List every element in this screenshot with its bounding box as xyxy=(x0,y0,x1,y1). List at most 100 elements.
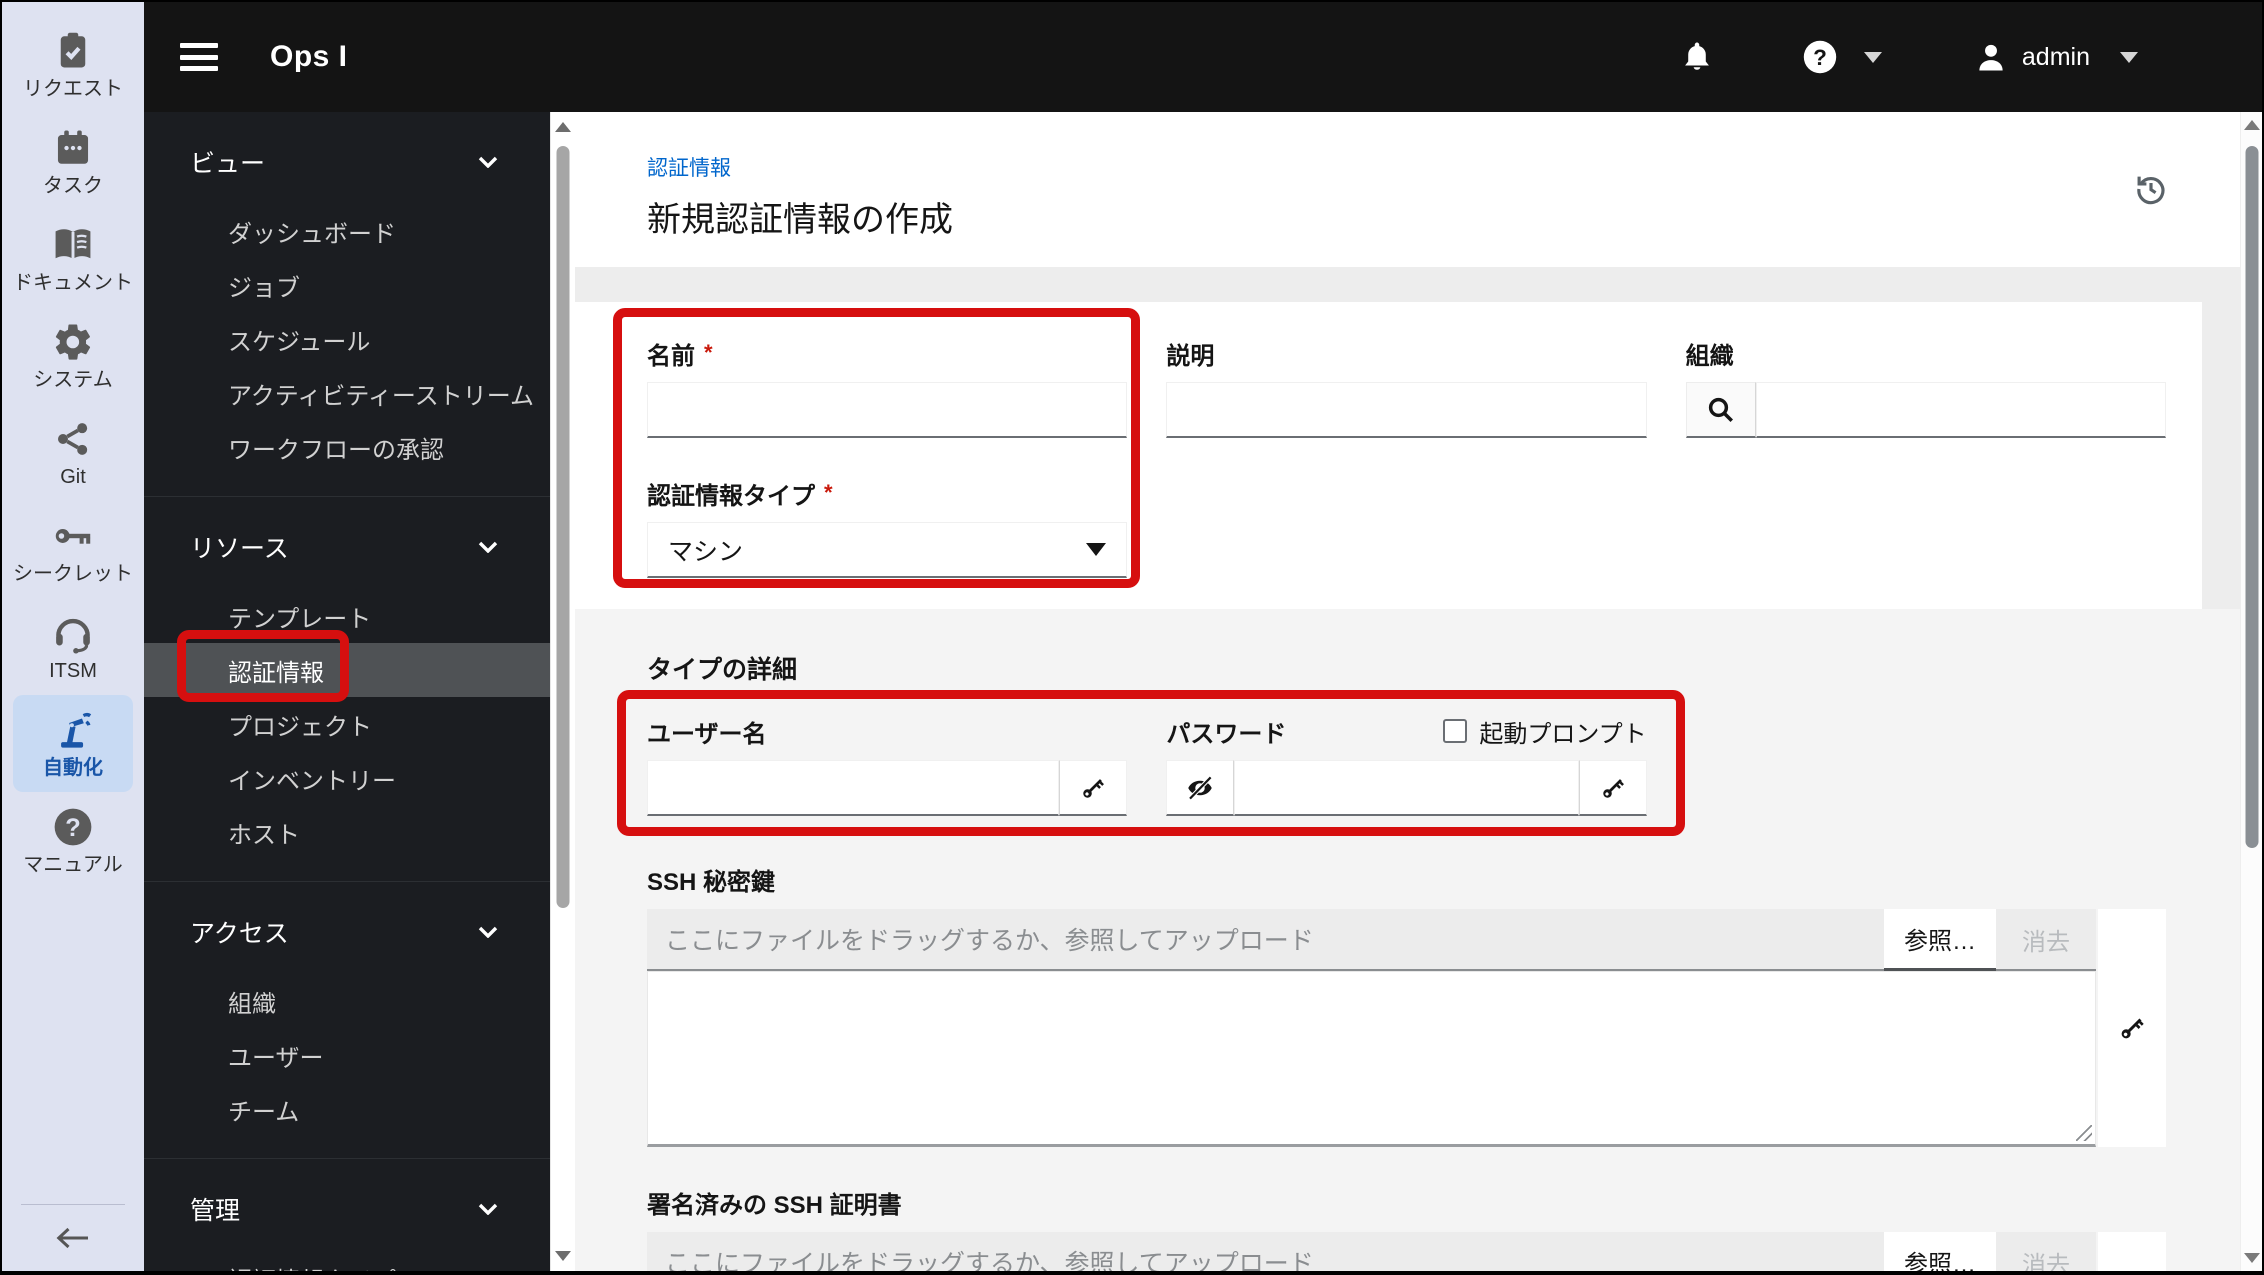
share-network-icon xyxy=(53,417,93,461)
prompt-on-launch-group[interactable]: 起動プロンプト xyxy=(1443,714,1647,749)
nav-item-jobs[interactable]: ジョブ xyxy=(144,258,550,312)
description-label: 説明 xyxy=(1166,342,1215,370)
nav-group-label: リソース xyxy=(190,535,289,563)
cert-upload-bar[interactable]: ここにファイルをドラッグするか、参照してアップロード 参照… 消去 xyxy=(647,1232,2096,1271)
scroll-down-arrow[interactable] xyxy=(2241,1253,2262,1263)
nav-item-hosts[interactable]: ホスト xyxy=(144,805,550,859)
history-icon[interactable] xyxy=(2132,170,2170,208)
chevron-down-icon xyxy=(2120,51,2138,63)
type-details-section: タイプの詳細 ユーザー名 パスワード 起動プロンプト SSH 秘密鍵 ここにファ… xyxy=(575,609,2240,1271)
rail-item-label: Git xyxy=(60,466,86,488)
rail-item-label: リクエスト xyxy=(23,78,123,100)
nav-item-workflow-approvals[interactable]: ワークフローの承認 xyxy=(144,420,550,474)
username-label: admin xyxy=(2021,42,2090,71)
search-icon xyxy=(1706,395,1736,425)
rail-item-git[interactable]: Git xyxy=(13,404,133,501)
nav-group-resources[interactable]: リソース xyxy=(144,527,550,567)
rail-item-manual[interactable]: ? マニュアル xyxy=(13,792,133,889)
password-credential-lookup-button[interactable] xyxy=(1578,760,1647,816)
scroll-down-arrow[interactable] xyxy=(551,1251,575,1261)
nav-group-label: ビュー xyxy=(190,150,266,178)
cert-credential-lookup-button[interactable] xyxy=(2098,1232,2166,1271)
nav-scrollbar[interactable] xyxy=(550,112,575,1271)
chevron-down-icon xyxy=(478,1203,498,1215)
password-field-group: パスワード 起動プロンプト xyxy=(1166,714,1647,816)
rail-item-label: タスク xyxy=(43,175,103,197)
caret-down-icon xyxy=(1086,543,1107,556)
ssh-private-key-field: ここにファイルをドラッグするか、参照してアップロード 参照… 消去 xyxy=(647,909,2166,1147)
required-asterisk: * xyxy=(704,340,713,365)
hamburger-menu-button[interactable] xyxy=(180,43,218,71)
ssh-key-textarea[interactable] xyxy=(647,971,2096,1147)
rail-item-label: シークレット xyxy=(13,563,133,585)
nav-group-label: 管理 xyxy=(190,1197,241,1225)
organization-search-button[interactable] xyxy=(1685,382,1756,438)
username-label: ユーザー名 xyxy=(647,720,767,748)
nav-item-credentials[interactable]: 認証情報 xyxy=(144,643,550,697)
resize-grip-icon[interactable] xyxy=(2076,1125,2092,1141)
nav-item-projects[interactable]: プロジェクト xyxy=(144,697,550,751)
nav-item-inventories[interactable]: インベントリー xyxy=(144,751,550,805)
scroll-up-arrow[interactable] xyxy=(2241,120,2262,130)
ssh-key-drop-placeholder: ここにファイルをドラッグするか、参照してアップロード xyxy=(665,927,1314,955)
clipboard-check-icon xyxy=(52,29,94,73)
organization-input[interactable] xyxy=(1755,382,2166,438)
key-icon xyxy=(51,514,95,558)
nav-item-organizations[interactable]: 組織 xyxy=(144,974,550,1028)
nav-item-credential-types[interactable]: 認証情報タイプ xyxy=(144,1251,550,1272)
ssh-key-upload-bar[interactable]: ここにファイルをドラッグするか、参照してアップロード 参照… 消去 xyxy=(647,909,2096,971)
topbar-right-group: ? admin xyxy=(1680,39,2226,75)
organization-field-group: 組織 xyxy=(1685,338,2166,438)
user-menu[interactable]: admin xyxy=(1974,40,2138,74)
password-visibility-toggle[interactable] xyxy=(1166,760,1235,816)
nav-item-dashboard[interactable]: ダッシュボード xyxy=(144,204,550,258)
nav-item-activity-stream[interactable]: アクティビティーストリーム xyxy=(144,366,550,420)
nav-item-schedules[interactable]: スケジュール xyxy=(144,312,550,366)
rail-item-automation[interactable]: 自動化 xyxy=(13,695,133,792)
chevron-down-icon xyxy=(478,926,498,938)
credential-type-select[interactable]: マシン xyxy=(647,522,1128,578)
rail-item-request[interactable]: リクエスト xyxy=(13,16,133,113)
question-circle-icon: ? xyxy=(52,805,94,849)
nav-item-templates[interactable]: テンプレート xyxy=(144,589,550,643)
prompt-on-launch-checkbox[interactable] xyxy=(1443,719,1468,743)
back-arrow-icon xyxy=(55,1223,91,1253)
cert-browse-button[interactable]: 参照… xyxy=(1884,1232,1996,1271)
open-book-icon xyxy=(51,223,95,267)
ssh-key-browse-button[interactable]: 参照… xyxy=(1884,909,1996,971)
svg-text:?: ? xyxy=(1813,45,1827,70)
help-menu[interactable]: ? xyxy=(1802,39,1882,75)
organization-label: 組織 xyxy=(1685,342,1734,370)
username-credential-lookup-button[interactable] xyxy=(1059,760,1128,816)
credential-type-selected-value: マシン xyxy=(668,537,744,566)
page-scrollbar-thumb[interactable] xyxy=(2245,146,2258,848)
prompt-on-launch-label: 起動プロンプト xyxy=(1479,720,1647,748)
rail-item-task[interactable]: タスク xyxy=(13,113,133,210)
nav-section-administration: 管理 認証情報タイプ xyxy=(144,1158,550,1271)
username-input[interactable] xyxy=(647,760,1060,816)
main-content: 認証情報 新規認証情報の作成 名前 * 説明 組織 認証情報タイプ * マシン … xyxy=(575,112,2240,1271)
nav-scrollbar-thumb[interactable] xyxy=(556,146,570,908)
rail-item-itsm[interactable]: ITSM xyxy=(13,598,133,695)
headset-icon xyxy=(51,611,95,655)
nav-item-users[interactable]: ユーザー xyxy=(144,1028,550,1082)
rail-item-system[interactable]: システム xyxy=(13,307,133,404)
collapse-rail-button[interactable] xyxy=(2,1205,144,1271)
notifications-bell-icon[interactable] xyxy=(1680,39,1714,75)
nav-item-teams[interactable]: チーム xyxy=(144,1082,550,1136)
scroll-up-arrow[interactable] xyxy=(551,122,575,132)
page-scrollbar[interactable] xyxy=(2240,112,2262,1271)
name-input[interactable] xyxy=(647,382,1128,438)
nav-group-views[interactable]: ビュー xyxy=(144,142,550,182)
breadcrumb-credentials-link[interactable]: 認証情報 xyxy=(647,152,731,182)
password-input[interactable] xyxy=(1234,760,1579,816)
rail-item-label: システム xyxy=(33,369,113,391)
ssh-key-credential-lookup-button[interactable] xyxy=(2098,909,2166,1147)
rail-item-document[interactable]: ドキュメント xyxy=(13,210,133,307)
description-input[interactable] xyxy=(1166,382,1647,438)
nav-group-administration[interactable]: 管理 xyxy=(144,1189,550,1229)
icon-rail: リクエスト タスク ドキュメント システム Git シークレット ITSM 自動… xyxy=(2,2,144,1271)
ssh-key-clear-button: 消去 xyxy=(1996,909,2096,969)
nav-group-access[interactable]: アクセス xyxy=(144,912,550,952)
rail-item-secret[interactable]: シークレット xyxy=(13,501,133,598)
